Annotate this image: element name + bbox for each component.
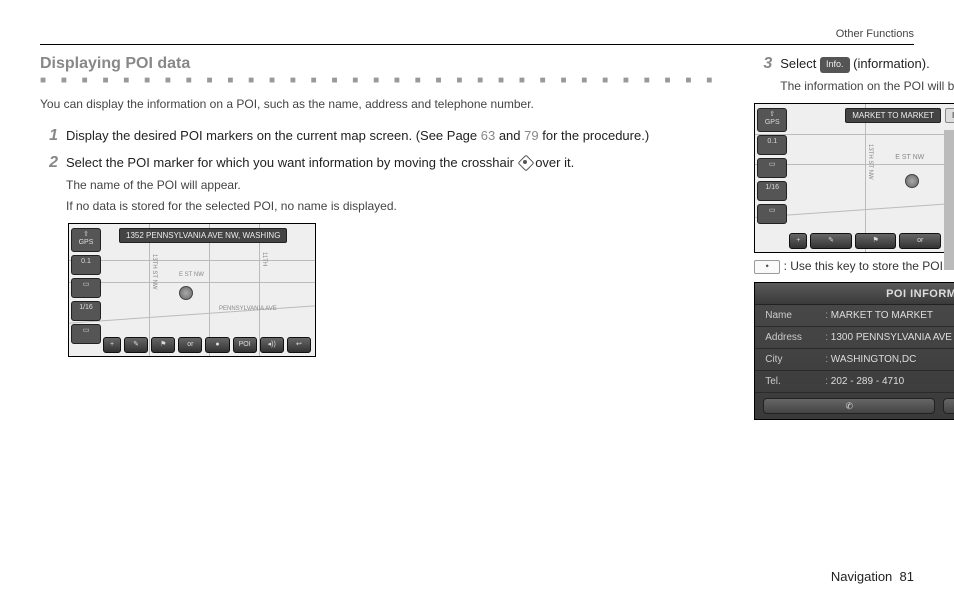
road-label: 11TH <box>261 252 267 266</box>
step-2-text-a: Select the POI marker for which you want… <box>66 155 518 170</box>
map-screenshot-2: E ST NW F ST NW PENNSYLVANIA AVE 13TH ST… <box>754 103 954 253</box>
footer-section: Navigation <box>831 569 892 584</box>
poi-panel-title: POI INFORMATION <box>886 288 954 300</box>
step-number: 2 <box>40 154 58 216</box>
or-button[interactable]: or <box>178 337 202 353</box>
step-3-text-b: (information). <box>850 56 930 71</box>
road-label: PENNSYLVANIA AVE <box>219 306 277 312</box>
route-button[interactable]: ▭ <box>71 278 101 298</box>
road-label: E ST NW <box>895 154 924 161</box>
store-note-text: : Use this key to store the POI location… <box>780 259 954 273</box>
route-button[interactable]: ▭ <box>757 158 787 178</box>
crosshair-icon <box>518 155 532 169</box>
flag-button[interactable]: ⚑ <box>151 337 175 353</box>
step-3-note: The information on the POI will be displ… <box>780 78 954 95</box>
intro-text: You can display the information on a POI… <box>40 95 718 113</box>
edit-button[interactable]: ✎ <box>124 337 148 353</box>
mode-button[interactable]: ▭ <box>71 324 101 344</box>
poi-value: WASHINGTON,DC <box>825 354 916 365</box>
page-ref-79: 79 <box>524 128 538 143</box>
info-button[interactable]: Info. <box>945 108 954 123</box>
volume-button[interactable]: ◂)) <box>260 337 284 353</box>
poi-information-panel: POI INFORMATION ↩ Name MARKET TO MARKET … <box>754 282 954 420</box>
step-2: 2 Select the POI marker for which you wa… <box>40 154 718 216</box>
gps-button[interactable]: ⇧GPS <box>71 228 101 252</box>
step-2-note-2: If no data is stored for the selected PO… <box>66 198 718 215</box>
store-key-icon <box>754 260 780 274</box>
map-screenshot-1: 13TH ST NW 11TH E ST NW PENNSYLVANIA AVE… <box>68 223 316 357</box>
step-1-text-a: Display the desired POI markers on the c… <box>66 128 481 143</box>
map-poi-label: MARKET TO MARKET <box>845 108 941 123</box>
flag-button[interactable]: ⚑ <box>855 233 897 249</box>
edit-button[interactable]: ✎ <box>810 233 852 249</box>
step-2-note-1: The name of the POI will appear. <box>66 177 718 194</box>
scale-button[interactable]: 0.1 <box>71 255 101 275</box>
map-address-label: 1352 PENNSYLVANIA AVE NW, WASHING <box>119 228 287 243</box>
store-key-note: : Use this key to store the POI location… <box>754 259 954 274</box>
store-button[interactable]: ● <box>205 337 229 353</box>
back-button[interactable]: ↩ <box>287 337 311 353</box>
step-number: 3 <box>754 55 772 95</box>
step-1-mid: and <box>495 128 524 143</box>
poi-label: Name <box>765 310 825 321</box>
road-label: E ST NW <box>179 272 204 278</box>
poi-label: City <box>765 354 825 365</box>
info-chip: Info. <box>820 57 850 73</box>
zoom-in-button[interactable]: + <box>789 233 807 249</box>
poi-row-address: Address 1300 PENNSYLVANIA AVE NW <box>755 327 954 349</box>
section-title: Displaying POI data <box>40 55 718 73</box>
road-label: 13TH ST NW <box>867 144 873 180</box>
step-3-text-a: Select <box>780 56 820 71</box>
poi-row-name: Name MARKET TO MARKET <box>755 305 954 327</box>
page-footer: Navigation 81 <box>831 569 914 584</box>
step-number: 1 <box>40 127 58 146</box>
poi-button[interactable]: POI <box>233 337 257 353</box>
poi-label: Address <box>765 332 825 343</box>
scale-button[interactable]: 0.1 <box>757 135 787 155</box>
or-button[interactable]: or <box>899 233 941 249</box>
step-1: 1 Display the desired POI markers on the… <box>40 127 718 146</box>
store-point-button[interactable]: ● <box>943 398 954 414</box>
thumb-index-tab <box>944 130 954 270</box>
gps-button[interactable]: ⇧GPS <box>757 108 787 132</box>
call-button[interactable]: ✆ <box>763 398 935 414</box>
zoom-in-button[interactable]: + <box>103 337 121 353</box>
page-ref-63: 63 <box>481 128 495 143</box>
poi-row-tel: Tel. 202 - 289 - 4710 <box>755 371 954 393</box>
road-label: 13TH ST NW <box>151 254 157 290</box>
zoom-scale-button[interactable]: 1/16 <box>71 301 101 321</box>
zoom-scale-button[interactable]: 1/16 <box>757 181 787 201</box>
poi-value: 1300 PENNSYLVANIA AVE NW <box>825 332 954 343</box>
header-rule <box>40 44 914 45</box>
poi-marker-icon[interactable] <box>179 286 193 300</box>
breadcrumb: Other Functions <box>836 28 914 40</box>
step-1-text-b: for the procedure.) <box>539 128 650 143</box>
poi-marker-icon[interactable] <box>905 174 919 188</box>
step-2-text-b: over it. <box>532 155 575 170</box>
title-dots: ■ ■ ■ ■ ■ ■ ■ ■ ■ ■ ■ ■ ■ ■ ■ ■ ■ ■ ■ ■ … <box>40 77 718 85</box>
footer-page: 81 <box>900 569 914 584</box>
mode-button[interactable]: ▭ <box>757 204 787 224</box>
poi-value: 202 - 289 - 4710 <box>825 376 904 387</box>
poi-value: MARKET TO MARKET <box>825 310 933 321</box>
poi-label: Tel. <box>765 376 825 387</box>
step-3: 3 Select Info. (information). The inform… <box>754 55 954 95</box>
poi-row-city: City WASHINGTON,DC <box>755 349 954 371</box>
